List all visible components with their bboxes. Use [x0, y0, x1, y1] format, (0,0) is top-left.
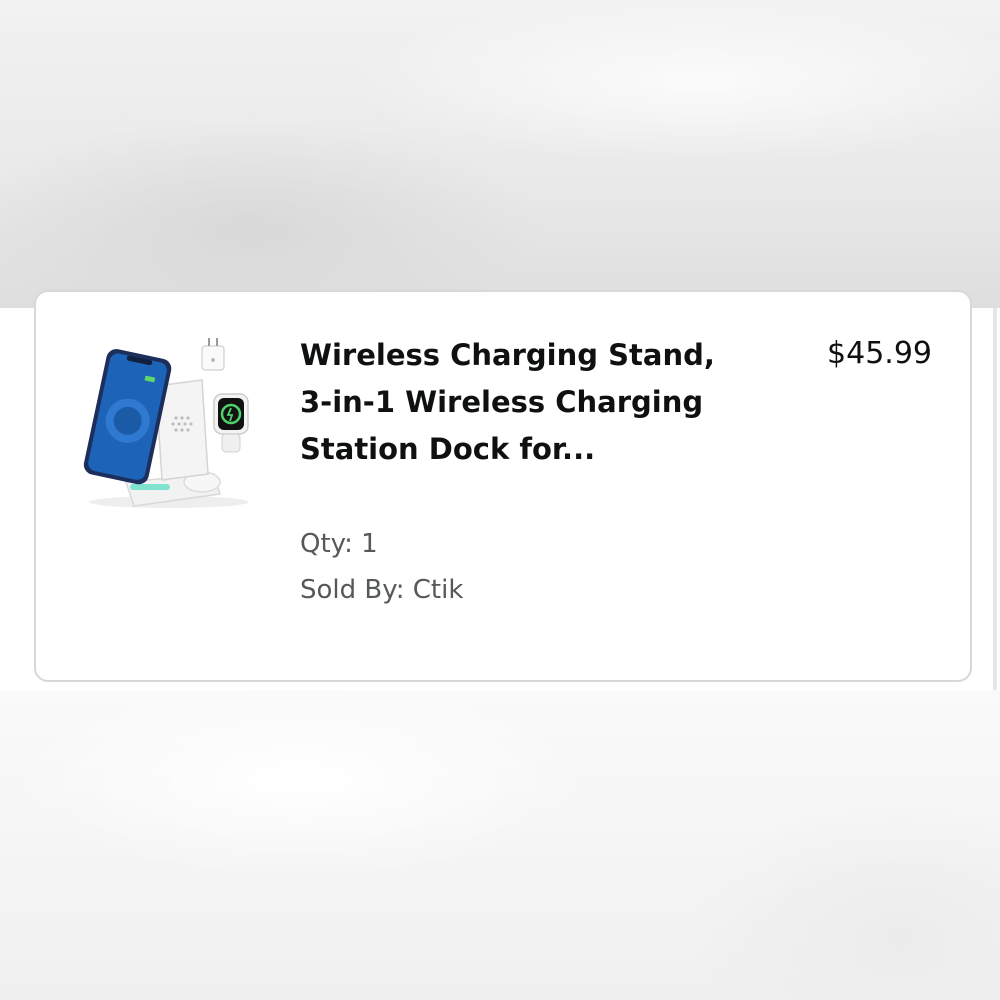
- product-image[interactable]: [74, 334, 264, 514]
- page: Wireless Charging Stand, 3-in-1 Wireless…: [0, 0, 1000, 1000]
- product-title[interactable]: Wireless Charging Stand, 3-in-1 Wireless…: [300, 332, 720, 473]
- blurred-background-top: [0, 0, 1000, 308]
- item-price: $45.99: [827, 336, 932, 371]
- blurred-background-bottom: [0, 690, 1000, 1000]
- sold-by-label: Sold By: Ctik: [300, 575, 464, 605]
- quantity-label: Qty: 1: [300, 529, 378, 559]
- scroll-edge: [993, 308, 997, 690]
